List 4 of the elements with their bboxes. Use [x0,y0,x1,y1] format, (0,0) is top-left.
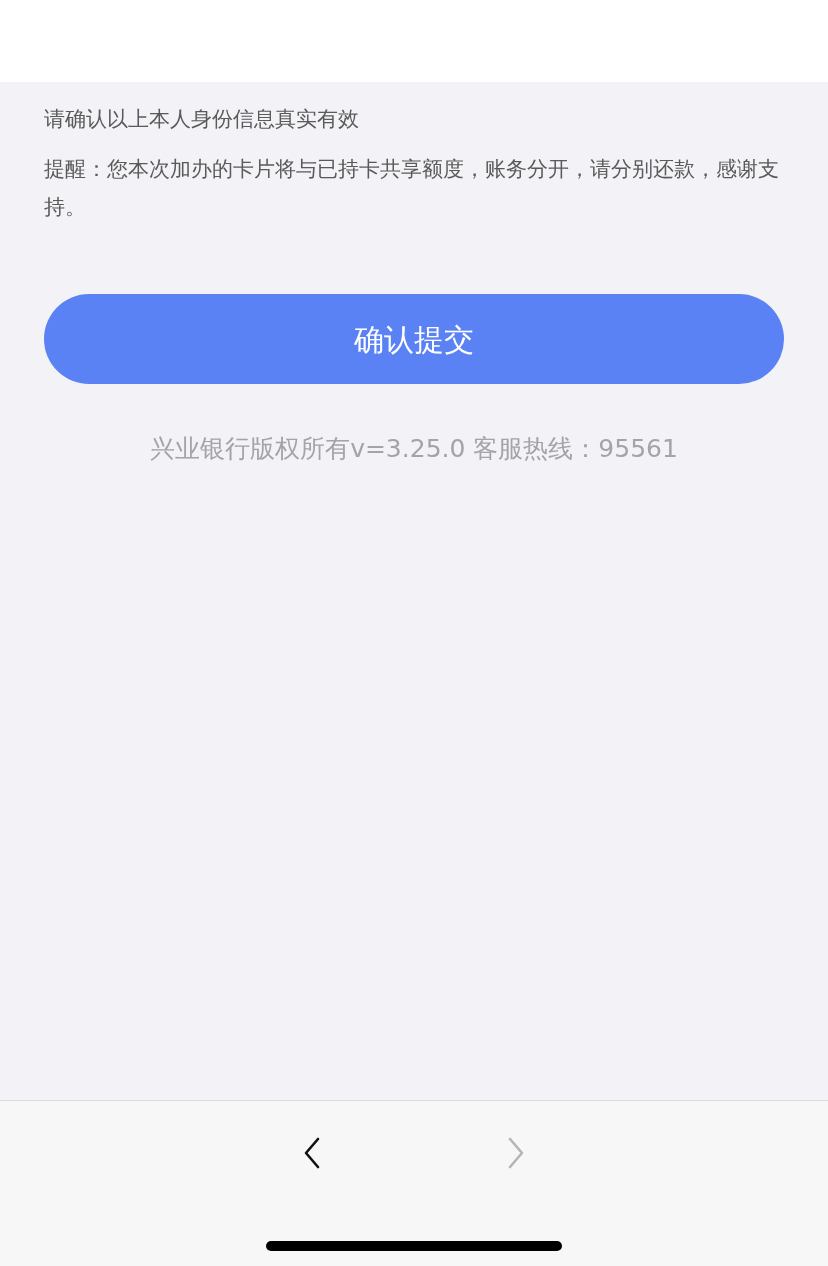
submit-button[interactable]: 确认提交 [44,294,784,384]
copyright-text: 兴业银行版权所有v=3.25.0 客服热线：95561 [149,433,679,465]
notice-text: 提醒：您本次加办的卡片将与已持卡共享额度，账务分开，请分别还款，感谢支持。 [44,155,780,221]
notice-text: 请确认以上本人身份信息真实有效 [44,105,360,133]
